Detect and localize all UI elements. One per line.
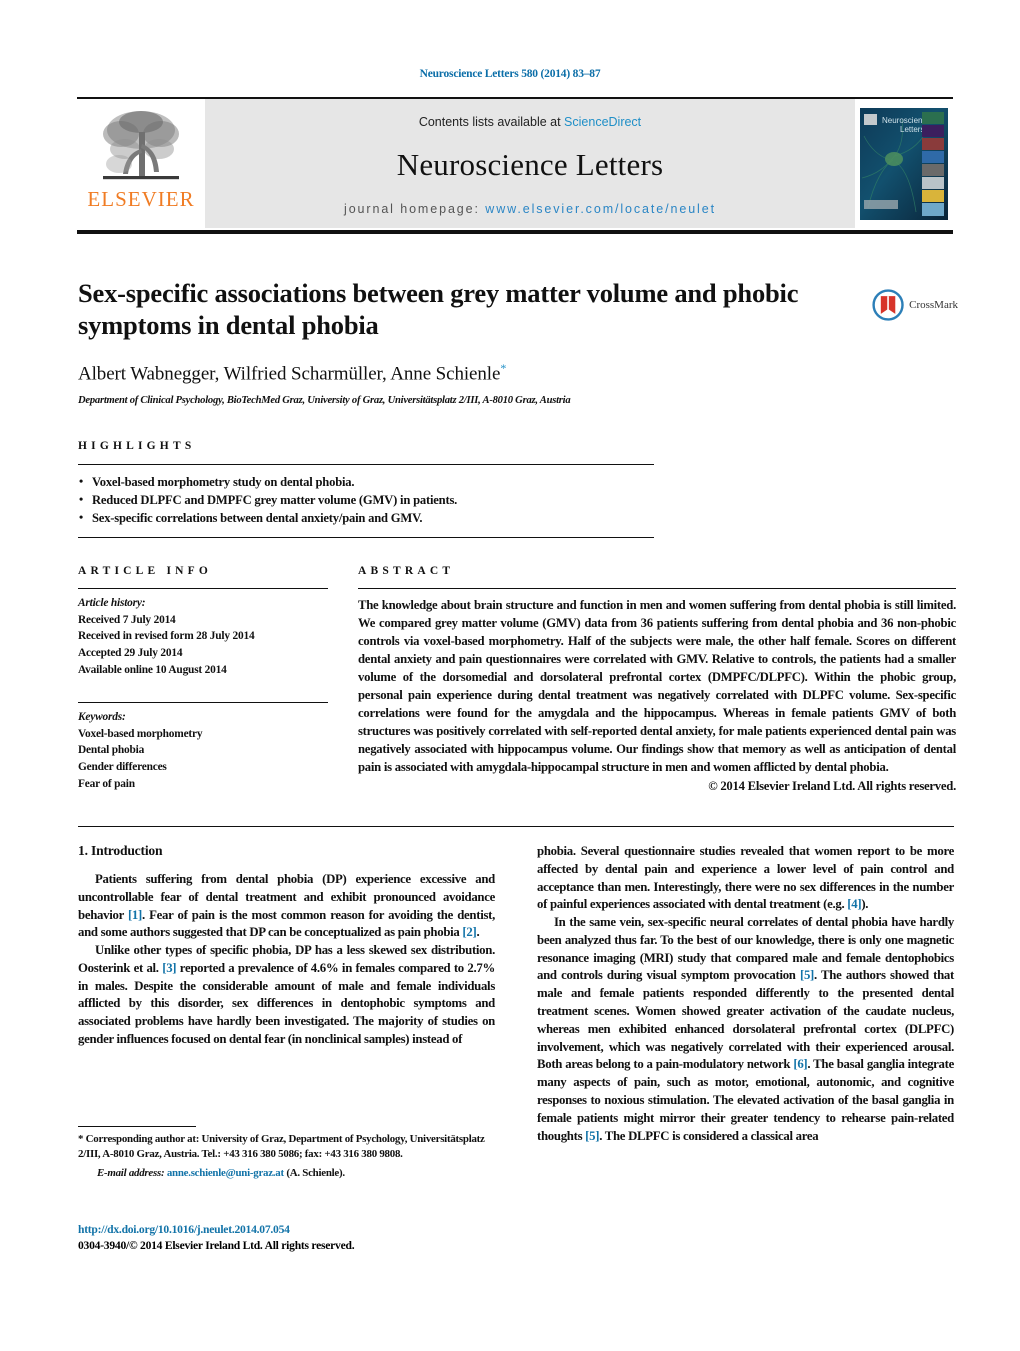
citation-ref[interactable]: [5] xyxy=(800,968,814,982)
doi-block: http://dx.doi.org/10.1016/j.neulet.2014.… xyxy=(78,1222,508,1254)
article-info-spacer xyxy=(78,678,328,691)
affiliation: Department of Clinical Psychology, BioTe… xyxy=(78,394,571,406)
paragraph: Patients suffering from dental phobia (D… xyxy=(78,871,495,942)
keyword-item: Fear of pain xyxy=(78,777,135,790)
author-names: Albert Wabnegger, Wilfried Scharmüller, … xyxy=(78,362,501,384)
keywords-label: Keywords: xyxy=(78,711,126,724)
journal-cover-block: Neuroscience Letters xyxy=(855,99,953,228)
list-item: Sex-specific correlations between dental… xyxy=(78,509,654,528)
highlights-list: Voxel-based morphometry study on dental … xyxy=(78,465,654,537)
paragraph: Unlike other types of specific phobia, D… xyxy=(78,942,495,1049)
homepage-label: journal homepage: xyxy=(344,202,480,216)
abstract-heading: ABSTRACT xyxy=(358,565,455,577)
crossmark-badge[interactable]: CrossMark xyxy=(872,283,958,327)
abstract-copyright: © 2014 Elsevier Ireland Ltd. All rights … xyxy=(708,778,956,793)
elsevier-tree-icon xyxy=(95,104,187,192)
elsevier-wordmark: ELSEVIER xyxy=(87,187,195,211)
highlights-rule-bottom xyxy=(78,536,654,538)
footnote-block: * Corresponding author at: University of… xyxy=(78,1126,495,1181)
paragraph-text: Unlike other types of specific phobia, D… xyxy=(78,943,495,1047)
issn-copyright-line: 0304-3940/© 2014 Elsevier Ireland Ltd. A… xyxy=(78,1239,355,1253)
abstract-text: The knowledge about brain structure and … xyxy=(358,598,956,774)
paragraph: In the same vein, sex-specific neural co… xyxy=(537,914,954,1145)
homepage-url-link[interactable]: www.elsevier.com/locate/neulet xyxy=(485,202,716,216)
journal-band: Contents lists available at ScienceDirec… xyxy=(205,99,855,228)
keyword-item: Voxel-based morphometry xyxy=(78,727,203,740)
citation-ref[interactable]: [3] xyxy=(162,961,176,975)
citation-ref[interactable]: [6] xyxy=(793,1057,807,1071)
citation-ref[interactable]: [2] xyxy=(462,925,476,939)
sciencedirect-link[interactable]: ScienceDirect xyxy=(564,115,641,129)
section-heading-introduction: 1. Introduction xyxy=(78,843,163,858)
journal-title: Neuroscience Letters xyxy=(396,147,664,182)
author-list: Albert Wabnegger, Wilfried Scharmüller, … xyxy=(78,361,838,385)
journal-masthead: ELSEVIER Contents lists available at Sci… xyxy=(77,97,953,234)
paragraph-text: In the same vein, sex-specific neural co… xyxy=(537,915,954,1143)
body-column-left: 1. Introduction Patients suffering from … xyxy=(78,843,495,1049)
page-title: Sex-specific associations between grey m… xyxy=(78,278,799,341)
keyword-item: Dental phobia xyxy=(78,744,145,757)
contents-available-line: Contents lists available at ScienceDirec… xyxy=(419,115,641,129)
running-head: Neuroscience Letters 580 (2014) 83–87 xyxy=(419,68,601,80)
history-revised: Received in revised form 28 July 2014 xyxy=(78,630,255,643)
history-received: Received 7 July 2014 xyxy=(78,613,176,626)
elsevier-logo-block: ELSEVIER xyxy=(77,99,205,228)
article-info-heading: ARTICLE INFO xyxy=(78,565,213,577)
paragraph-text: Patients suffering from dental phobia (D… xyxy=(78,872,495,940)
paragraph: phobia. Several questionnaire studies re… xyxy=(537,843,954,914)
citation-ref[interactable]: [1] xyxy=(128,908,142,922)
svg-text:Letters: Letters xyxy=(900,125,924,134)
crossmark-label: CrossMark xyxy=(909,299,958,311)
article-history-label: Article history: xyxy=(78,597,146,609)
article-info-section: ARTICLE INFO Article history: Received 7… xyxy=(78,565,328,792)
keyword-item: Gender differences xyxy=(78,761,167,774)
email-link[interactable]: anne.schienle@uni-graz.at xyxy=(167,1167,284,1179)
corresponding-author-note: * Corresponding author at: University of… xyxy=(78,1133,485,1161)
abstract-section: ABSTRACT The knowledge about brain struc… xyxy=(358,565,956,794)
journal-cover-thumbnail: Neuroscience Letters xyxy=(860,107,948,220)
contents-prefix: Contents lists available at xyxy=(418,115,565,129)
highlights-section: HIGHLIGHTS Voxel-based morphometry study… xyxy=(78,440,654,538)
body-column-right: phobia. Several questionnaire studies re… xyxy=(537,843,954,1145)
citation-ref[interactable]: [4] xyxy=(847,897,861,911)
keywords-block: Keywords: Voxel-based morphometry Dental… xyxy=(78,703,328,792)
corresponding-author-marker: * xyxy=(500,360,507,375)
list-item: Voxel-based morphometry study on dental … xyxy=(78,473,654,492)
history-accepted: Accepted 29 July 2014 xyxy=(78,646,183,659)
title-block: Sex-specific associations between grey m… xyxy=(78,277,838,406)
list-item: Reduced DLPFC and DMPFC grey matter volu… xyxy=(78,491,654,510)
article-history-block: Article history: Received 7 July 2014 Re… xyxy=(78,589,328,678)
footnote-rule xyxy=(78,1126,196,1127)
crossmark-icon xyxy=(872,289,904,321)
paragraph-text: phobia. Several questionnaire studies re… xyxy=(537,844,954,912)
paper-page: Neuroscience Letters 580 (2014) 83–87 EL… xyxy=(0,0,1020,1351)
email-note: E-mail address: anne.schienle@uni-graz.a… xyxy=(78,1166,495,1181)
email-person: (A. Schienle). xyxy=(286,1167,345,1180)
highlights-heading: HIGHLIGHTS xyxy=(78,440,196,452)
body-top-rule xyxy=(78,826,954,827)
citation-ref[interactable]: [5] xyxy=(585,1129,599,1143)
email-label: E-mail address: xyxy=(97,1167,165,1180)
history-online: Available online 10 August 2014 xyxy=(78,663,227,676)
doi-link[interactable]: http://dx.doi.org/10.1016/j.neulet.2014.… xyxy=(78,1222,508,1238)
journal-homepage-line: journal homepage: www.elsevier.com/locat… xyxy=(205,202,855,216)
